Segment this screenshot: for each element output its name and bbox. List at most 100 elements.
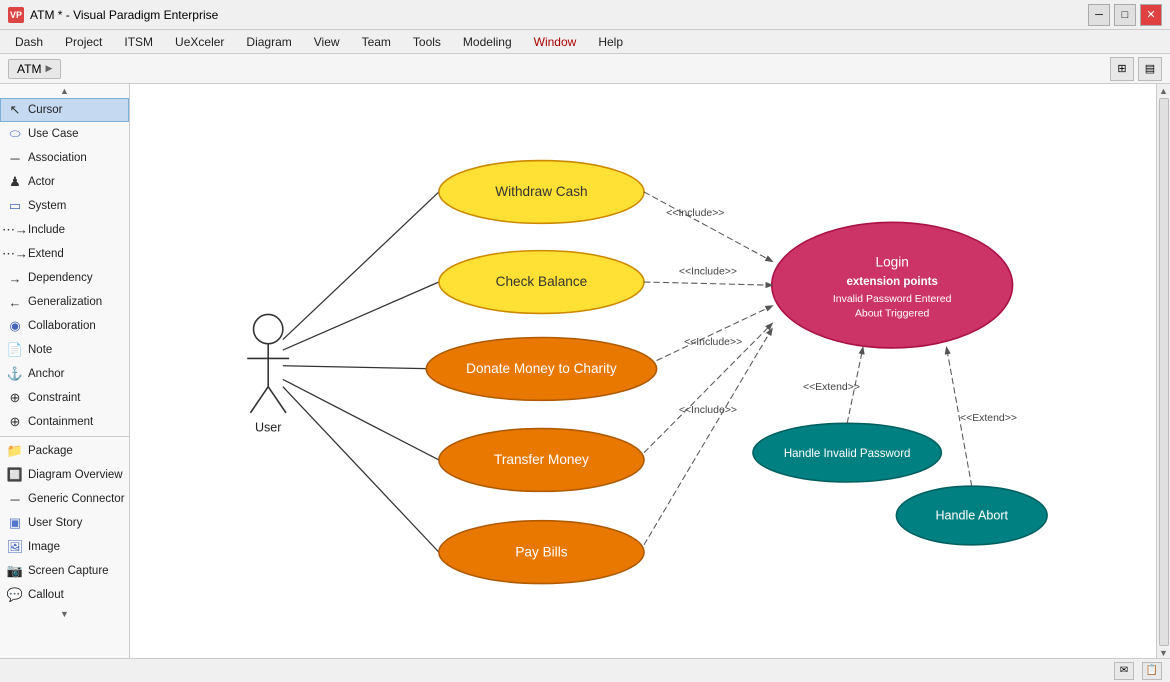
menu-item-uexceler[interactable]: UeXceler [164,32,235,52]
sidebar-scroll-down[interactable]: ▼ [0,607,129,621]
titlebar: VP ATM * - Visual Paradigm Enterprise ─ … [0,0,1170,30]
system-icon: ▭ [7,198,23,214]
constraint-icon: ⊕ [7,390,23,406]
generic-connector-icon: ─ [7,491,23,507]
sidebar-item-label-generic-connector: Generic Connector [28,493,125,505]
sidebar-item-diagram-overview[interactable]: 🔲 Diagram Overview [0,463,129,487]
sidebar-scroll-up[interactable]: ▲ [0,84,129,98]
menu-item-dash[interactable]: Dash [4,32,54,52]
toolbar-icon2[interactable]: ▤ [1138,57,1162,81]
menu-item-modeling[interactable]: Modeling [452,32,523,52]
menu-item-help[interactable]: Help [587,32,634,52]
menu-item-team[interactable]: Team [351,32,402,52]
sidebar-item-image[interactable]: 🖼 Image [0,535,129,559]
sidebar-item-use-case[interactable]: ⬭Use Case [0,122,129,146]
statusbar-icon2[interactable]: 📋 [1142,662,1162,680]
sidebar-item-label-association: Association [28,152,87,164]
sidebar-item-label-package: Package [28,445,73,457]
sidebar-item-system[interactable]: ▭ System [0,194,129,218]
include4-label: <<Include>> [679,405,737,416]
sidebar-item-screen-capture[interactable]: 📷 Screen Capture [0,559,129,583]
login-ep-label: extension points [846,276,937,288]
extend1-label: <<Extend>> [803,382,860,393]
sidebar-item-cursor[interactable]: ↖Cursor [0,98,129,122]
title-area: VP ATM * - Visual Paradigm Enterprise [8,7,218,23]
sidebar-item-label-image: Image [28,541,60,553]
right-scrollbar[interactable]: ▲ ▼ [1156,84,1170,658]
sidebar-item-anchor[interactable]: ⚓ Anchor [0,362,129,386]
diagram-svg: User Withdraw Cash Check Balance Donate … [130,84,1156,658]
sidebar-item-include[interactable]: ⋯→Include [0,218,129,242]
diagram-overview-icon: 🔲 [7,467,23,483]
sidebar-item-generalization[interactable]: ← Generalization [0,290,129,314]
sidebar-item-label-system: System [28,200,66,212]
image-icon: 🖼 [7,539,23,555]
menu-item-view[interactable]: View [303,32,351,52]
screen-capture-icon: 📷 [7,563,23,579]
sidebar-item-label-cursor: Cursor [28,104,63,116]
generalization-icon: ← [7,294,23,310]
toolbar-right: ⊞ ▤ [1110,57,1162,81]
close-button[interactable]: ✕ [1140,4,1162,26]
transfer-money-label: Transfer Money [494,452,589,467]
include2-label: <<Include>> [679,267,737,278]
extend2-label: <<Extend>> [960,413,1017,424]
sidebar-item-label-extend: Extend [28,248,64,260]
sidebar-item-label-actor: Actor [28,176,55,188]
sidebar-item-generic-connector[interactable]: ─ Generic Connector [0,487,129,511]
toolbar-icon1[interactable]: ⊞ [1110,57,1134,81]
user-story-icon: ▣ [7,515,23,531]
login-label: Login [876,254,909,269]
breadcrumb-atm[interactable]: ATM [8,59,61,79]
diagram-canvas: User Withdraw Cash Check Balance Donate … [130,84,1156,658]
minimize-button[interactable]: ─ [1088,4,1110,26]
association-icon: ─ [7,150,23,166]
anchor-icon: ⚓ [7,366,23,382]
extend-icon: ⋯→ [7,246,23,262]
user-label: User [255,421,282,435]
collaboration-icon: ◉ [7,318,23,334]
statusbar: ✉ 📋 [0,658,1170,682]
sidebar-item-label-anchor: Anchor [28,368,64,380]
sidebar-item-note[interactable]: 📄 Note [0,338,129,362]
menubar: DashProjectITSMUeXcelerDiagramViewTeamTo… [0,30,1170,54]
package-icon: 📁 [7,443,23,459]
donate-money-label: Donate Money to Charity [466,361,617,376]
callout-icon: 💬 [7,587,23,603]
sidebar-item-package[interactable]: 📁 Package [0,439,129,463]
sidebar-separator-1 [0,436,129,437]
app-icon: VP [8,7,24,23]
handle-abort-label: Handle Abort [935,509,1008,523]
pay-bills-label: Pay Bills [515,544,567,559]
maximize-button[interactable]: □ [1114,4,1136,26]
menu-item-project[interactable]: Project [54,32,113,52]
include1-label: <<Include>> [666,208,724,219]
sidebar-item-actor[interactable]: ♟Actor [0,170,129,194]
sidebar-item-extend[interactable]: ⋯→ Extend [0,242,129,266]
withdraw-cash-label: Withdraw Cash [495,184,587,199]
sidebar-item-label-screen-capture: Screen Capture [28,565,109,577]
sidebar-item-association[interactable]: ─ Association [0,146,129,170]
menu-item-window[interactable]: Window [523,32,588,52]
containment-icon: ⊕ [7,414,23,430]
menu-item-diagram[interactable]: Diagram [235,32,302,52]
sidebar-item-label-generalization: Generalization [28,296,102,308]
dependency-icon: → [7,270,23,286]
sidebar-item-user-story[interactable]: ▣User Story [0,511,129,535]
check-balance-label: Check Balance [496,274,588,289]
sidebar-item-label-diagram-overview: Diagram Overview [28,469,123,481]
window-buttons: ─ □ ✕ [1088,4,1162,26]
menu-item-tools[interactable]: Tools [402,32,452,52]
sidebar-item-collaboration[interactable]: ◉Collaboration [0,314,129,338]
sidebar-item-containment[interactable]: ⊕ Containment [0,410,129,434]
statusbar-icon1[interactable]: ✉ [1114,662,1134,680]
sidebar-item-constraint[interactable]: ⊕Constraint [0,386,129,410]
menu-item-itsm[interactable]: ITSM [113,32,164,52]
sidebar-item-dependency[interactable]: → Dependency [0,266,129,290]
sidebar-item-label-note: Note [28,344,52,356]
sidebar-item-label-containment: Containment [28,416,93,428]
sidebar-item-callout[interactable]: 💬Callout [0,583,129,607]
note-icon: 📄 [7,342,23,358]
sidebar: ▲ ↖Cursor⬭Use Case ─ Association ♟Actor ▭ Sys… [0,84,130,658]
sidebar-item-label-dependency: Dependency [28,272,93,284]
